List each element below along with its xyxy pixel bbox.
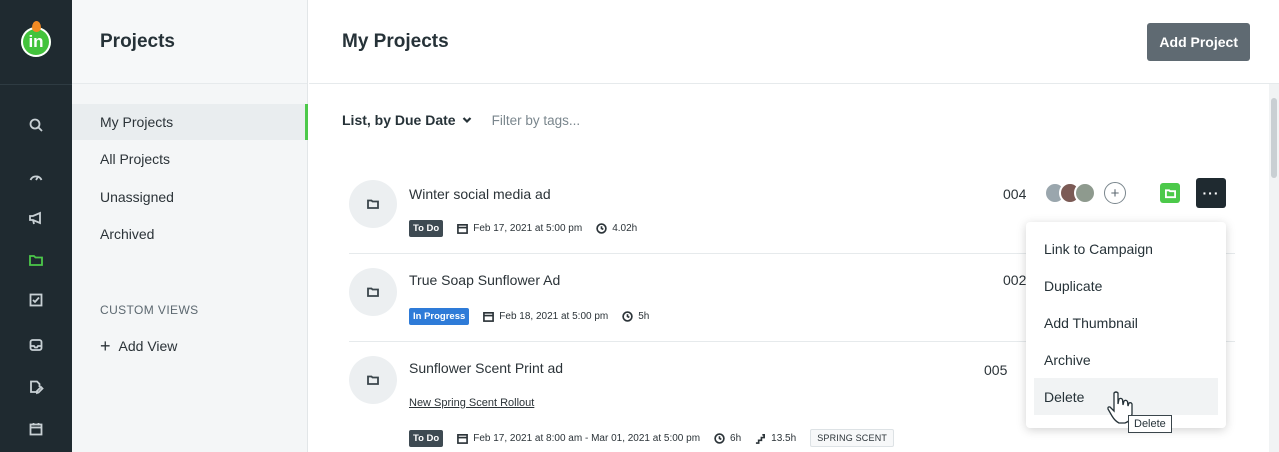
folder-icon xyxy=(367,375,379,385)
projects-sidebar: Projects My Projects All Projects Unassi… xyxy=(72,0,308,452)
project-meta: To Do Feb 17, 2021 at 8:00 am - Mar 01, … xyxy=(409,429,895,447)
estimate-icon xyxy=(756,433,766,444)
status-badge[interactable]: To Do xyxy=(409,220,444,237)
delete-tooltip: Delete xyxy=(1128,415,1172,433)
custom-views-label: CUSTOM VIEWS xyxy=(100,303,199,317)
due-date-icon xyxy=(483,312,495,322)
calendar-icon[interactable] xyxy=(24,417,48,441)
document-edit-icon[interactable] xyxy=(24,375,48,399)
project-title[interactable]: Sunflower Scent Print ad xyxy=(409,360,563,376)
app-logo[interactable]: in xyxy=(21,21,51,57)
checkbox-icon[interactable] xyxy=(24,288,48,312)
project-folder-icon[interactable] xyxy=(1160,183,1180,203)
project-title[interactable]: Winter social media ad xyxy=(409,186,551,202)
project-number: 002 xyxy=(1003,272,1027,288)
folder-icon xyxy=(367,199,379,209)
filter-bar: List, by Due Date Filter by tags... xyxy=(342,112,580,128)
due-date: Feb 17, 2021 at 5:00 pm xyxy=(457,223,582,234)
sidebar-item-unassigned[interactable]: Unassigned xyxy=(72,179,308,215)
due-date-icon xyxy=(457,224,469,234)
app-rail: in xyxy=(0,0,72,452)
sort-label: List, by Due Date xyxy=(342,112,456,128)
project-meta: To Do Feb 17, 2021 at 5:00 pm 4.02h xyxy=(409,220,637,237)
more-options-button[interactable]: ··· xyxy=(1196,178,1226,208)
folder-icon[interactable] xyxy=(24,248,48,272)
sidebar-item-archived[interactable]: Archived xyxy=(72,216,308,252)
sort-dropdown[interactable]: List, by Due Date xyxy=(342,112,472,128)
project-title[interactable]: True Soap Sunflower Ad xyxy=(409,272,560,288)
clock-icon xyxy=(596,223,607,234)
chevron-down-icon xyxy=(462,117,471,124)
due-date: Feb 17, 2021 at 8:00 am - Mar 01, 2021 a… xyxy=(457,433,700,444)
project-number: 005 xyxy=(984,362,1008,378)
menu-item-duplicate[interactable]: Duplicate xyxy=(1026,267,1226,304)
project-thumbnail[interactable] xyxy=(349,180,397,228)
sidebar-item-my-projects[interactable]: My Projects xyxy=(72,104,308,140)
scrollbar[interactable] xyxy=(1269,84,1279,452)
sidebar-item-all-projects[interactable]: All Projects xyxy=(72,141,308,177)
calendar-icon xyxy=(457,433,469,444)
due-date: Feb 18, 2021 at 5:00 pm xyxy=(483,311,608,322)
dashboard-icon[interactable] xyxy=(24,164,48,188)
add-view-button[interactable]: + Add View xyxy=(100,336,178,356)
clock-icon xyxy=(622,311,633,322)
add-view-label: Add View xyxy=(118,338,178,354)
project-thumbnail[interactable] xyxy=(349,356,397,404)
add-project-button[interactable]: Add Project xyxy=(1147,23,1250,61)
menu-item-link-to-campaign[interactable]: Link to Campaign xyxy=(1026,230,1226,267)
search-icon[interactable] xyxy=(24,113,48,137)
project-meta: In Progress Feb 18, 2021 at 5:00 pm 5h xyxy=(409,308,649,325)
project-tag[interactable]: SPRING SCENT xyxy=(810,429,895,447)
tag-filter-input[interactable]: Filter by tags... xyxy=(492,113,581,128)
status-badge[interactable]: To Do xyxy=(409,429,444,447)
time-estimate: 13.5h xyxy=(755,433,796,444)
campaign-link[interactable]: New Spring Scent Rollout xyxy=(409,397,534,409)
inbox-icon[interactable] xyxy=(24,333,48,357)
logo-area[interactable]: in xyxy=(0,0,72,84)
menu-item-add-thumbnail[interactable]: Add Thumbnail xyxy=(1026,304,1226,341)
add-assignee-icon[interactable]: + xyxy=(1104,182,1126,204)
sidebar-title: Projects xyxy=(72,0,307,84)
menu-item-archive[interactable]: Archive xyxy=(1026,341,1226,378)
time-tracked: 6h xyxy=(714,433,741,444)
time-tracked: 4.02h xyxy=(596,223,637,234)
avatar[interactable] xyxy=(1074,182,1096,204)
time-tracked: 5h xyxy=(622,311,649,322)
page-title: My Projects xyxy=(309,0,1279,84)
clock-icon xyxy=(714,432,725,444)
project-thumbnail[interactable] xyxy=(349,268,397,316)
status-badge[interactable]: In Progress xyxy=(409,308,470,325)
assignee-avatars[interactable]: + xyxy=(1044,182,1126,204)
folder-icon xyxy=(367,287,379,297)
plus-icon: + xyxy=(100,336,111,356)
project-number: 004 xyxy=(1003,186,1027,202)
megaphone-icon[interactable] xyxy=(24,206,48,230)
